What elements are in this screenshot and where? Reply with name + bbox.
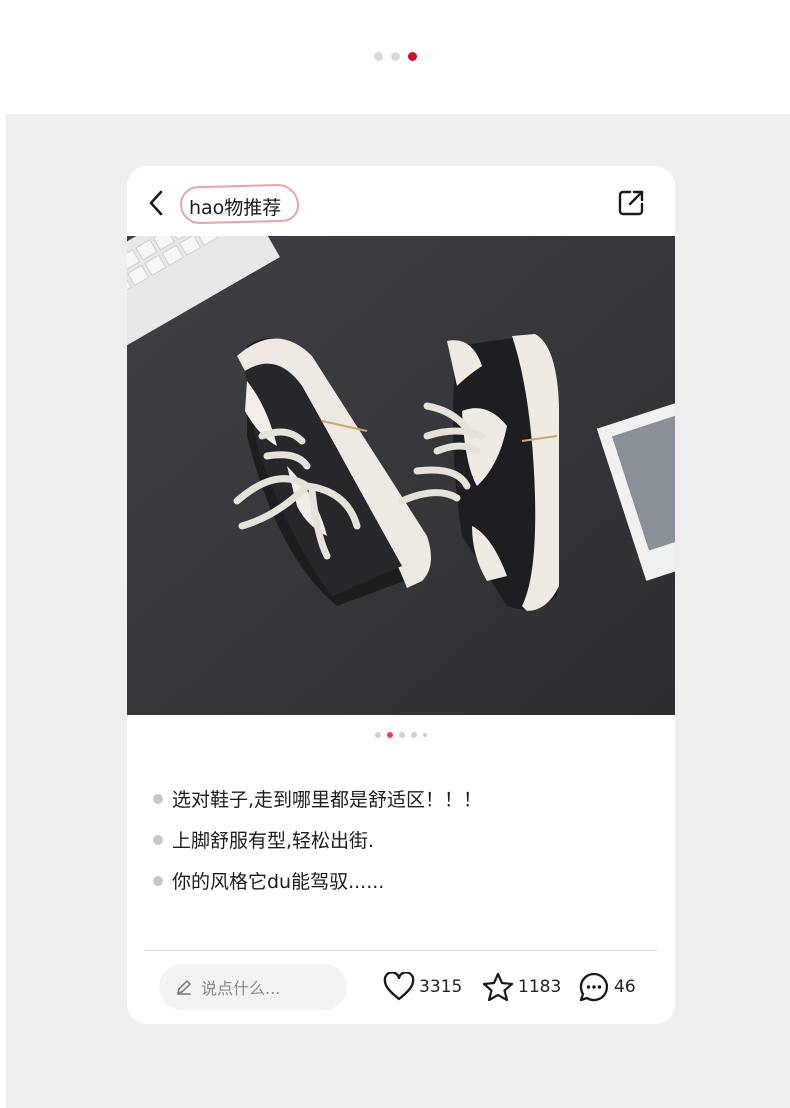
favorite-count: 1183 — [518, 977, 562, 997]
list-item: 选对鞋子,走到哪里都是舒适区！！！ — [153, 778, 653, 819]
comment-input[interactable]: 说点什么... — [159, 964, 347, 1010]
card-header: hao物推荐 — [127, 166, 675, 236]
comment-bubble-icon — [579, 972, 609, 1002]
comment-placeholder: 说点什么... — [201, 979, 281, 998]
chevron-left-icon[interactable] — [145, 188, 169, 218]
list-item: 上脚舒服有型,轻松出街. — [153, 819, 653, 860]
product-photo[interactable] — [127, 236, 675, 715]
post-description: 选对鞋子,走到哪里都是舒适区！！！ 上脚舒服有型,轻松出街. 你的风格它du能驾… — [153, 778, 653, 901]
page-indicator — [0, 52, 790, 61]
footer-divider — [145, 950, 657, 951]
favorite-button[interactable]: 1183 — [482, 970, 561, 1004]
list-item-text: 选对鞋子,走到哪里都是舒适区！！！ — [172, 789, 483, 811]
list-item: 你的风格它du能驾驭...... — [153, 860, 653, 901]
image-dot[interactable] — [375, 732, 381, 738]
sneakers-image — [127, 236, 675, 715]
pencil-icon — [177, 980, 191, 995]
page-indicator-dot[interactable] — [373, 52, 383, 61]
post-card: hao物推荐 选对鞋子,走到哪里都是舒适区！！！ 上脚舒服有型,轻松出街. 你的… — [127, 166, 675, 1024]
bullet-icon — [153, 834, 163, 845]
image-dot-active[interactable] — [387, 732, 393, 738]
image-dot[interactable] — [399, 732, 405, 738]
heart-icon — [383, 972, 415, 1001]
like-button[interactable]: 3315 — [383, 970, 462, 1004]
bullet-icon — [153, 875, 163, 886]
star-icon — [482, 972, 514, 1002]
like-count: 3315 — [419, 977, 463, 997]
bullet-icon — [153, 793, 163, 804]
share-external-icon[interactable] — [617, 189, 645, 217]
image-dot[interactable] — [423, 733, 427, 737]
page-indicator-dot[interactable] — [390, 52, 400, 61]
list-item-text: 你的风格它du能驾驭...... — [172, 871, 385, 893]
comment-button[interactable]: 46 — [578, 970, 636, 1004]
page-indicator-dot-active[interactable] — [407, 52, 417, 61]
comment-count: 46 — [614, 977, 636, 997]
image-carousel-indicator — [127, 732, 675, 738]
list-item-text: 上脚舒服有型,轻松出街. — [172, 830, 375, 852]
image-dot[interactable] — [411, 732, 417, 738]
page-title: hao物推荐 — [189, 197, 282, 219]
stage-background: hao物推荐 选对鞋子,走到哪里都是舒适区！！！ 上脚舒服有型,轻松出街. 你的… — [6, 114, 790, 1108]
